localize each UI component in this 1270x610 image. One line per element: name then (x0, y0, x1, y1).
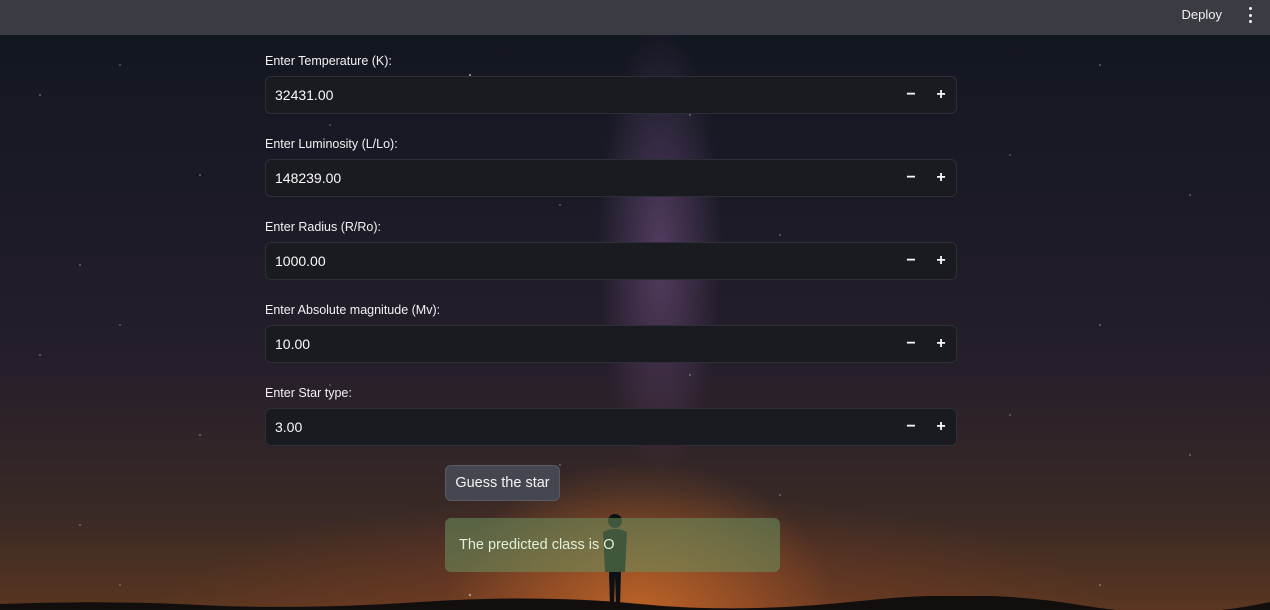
radius-field: Enter Radius (R/Ro): − + (265, 219, 957, 280)
magnitude-label: Enter Absolute magnitude (Mv): (265, 303, 441, 317)
temperature-decrement-button[interactable]: − (896, 77, 926, 113)
temperature-label: Enter Temperature (K): (265, 54, 392, 68)
magnitude-field: Enter Absolute magnitude (Mv): − + (265, 302, 957, 363)
star-type-input-box: − + (265, 408, 957, 446)
luminosity-label: Enter Luminosity (L/Lo): (265, 137, 398, 151)
radius-input-box: − + (265, 242, 957, 280)
magnitude-decrement-button[interactable]: − (896, 326, 926, 362)
deploy-button[interactable]: Deploy (1182, 0, 1222, 35)
magnitude-increment-button[interactable]: + (926, 326, 956, 362)
luminosity-decrement-button[interactable]: − (896, 160, 926, 196)
temperature-field: Enter Temperature (K): − + (265, 53, 957, 114)
radius-decrement-button[interactable]: − (896, 243, 926, 279)
top-toolbar: Deploy (0, 0, 1270, 35)
star-type-increment-button[interactable]: + (926, 409, 956, 445)
star-type-decrement-button[interactable]: − (896, 409, 926, 445)
luminosity-input[interactable] (266, 169, 896, 187)
guess-star-button[interactable]: Guess the star (445, 465, 560, 501)
luminosity-increment-button[interactable]: + (926, 160, 956, 196)
prediction-result-alert: The predicted class is O (445, 518, 780, 572)
star-type-input[interactable] (266, 418, 896, 436)
temperature-input[interactable] (266, 86, 896, 104)
temperature-increment-button[interactable]: + (926, 77, 956, 113)
radius-increment-button[interactable]: + (926, 243, 956, 279)
luminosity-input-box: − + (265, 159, 957, 197)
radius-input[interactable] (266, 252, 896, 270)
horizon-ground (0, 596, 1270, 610)
temperature-input-box: − + (265, 76, 957, 114)
luminosity-field: Enter Luminosity (L/Lo): − + (265, 136, 957, 197)
star-type-label: Enter Star type: (265, 386, 352, 400)
magnitude-input-box: − + (265, 325, 957, 363)
star-type-field: Enter Star type: − + (265, 385, 957, 446)
magnitude-input[interactable] (266, 335, 896, 353)
kebab-menu-icon[interactable] (1242, 7, 1258, 23)
radius-label: Enter Radius (R/Ro): (265, 220, 382, 234)
prediction-result-text: The predicted class is O (459, 537, 615, 553)
